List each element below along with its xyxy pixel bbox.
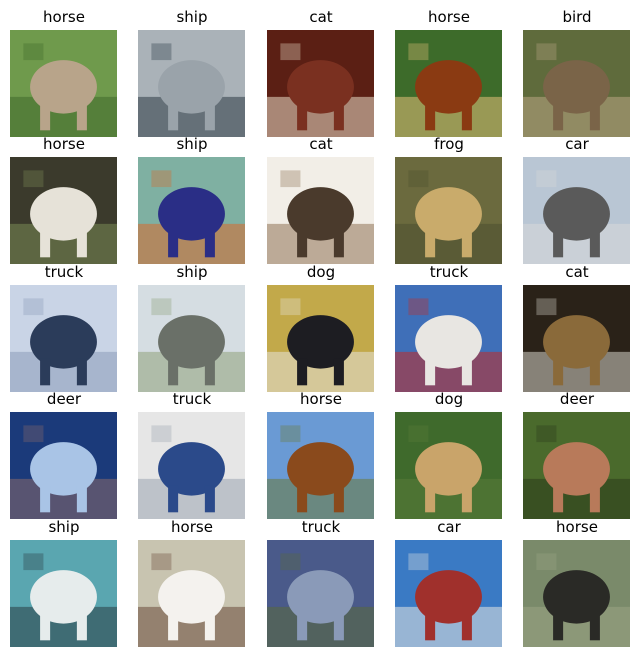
image-label: truck (301, 518, 341, 536)
image-label: truck (44, 263, 84, 281)
image-label: horse (171, 518, 213, 536)
image-thumbnail (267, 30, 374, 137)
image-label: horse (43, 8, 85, 26)
image-label: cat (565, 263, 589, 281)
image-label: horse (556, 518, 598, 536)
image-thumbnail (10, 412, 117, 519)
image-label: cat (309, 8, 333, 26)
image-thumbnail (523, 30, 630, 137)
image-thumbnail (10, 157, 117, 264)
image-label: dog (434, 390, 464, 408)
image-label: deer (46, 390, 82, 408)
image-thumbnail (10, 540, 117, 647)
image-label: car (565, 135, 589, 153)
image-thumbnail (267, 412, 374, 519)
image-label: truck (172, 390, 212, 408)
image-thumbnail (138, 157, 245, 264)
image-label: ship (176, 263, 208, 281)
image-label: cat (309, 135, 333, 153)
image-label: dog (306, 263, 336, 281)
image-thumbnail (395, 285, 502, 392)
image-thumbnail (267, 285, 374, 392)
image-thumbnail (267, 157, 374, 264)
image-thumbnail (523, 412, 630, 519)
image-thumbnail (523, 157, 630, 264)
image-label: horse (428, 8, 470, 26)
image-thumbnail (395, 540, 502, 647)
image-thumbnail (138, 540, 245, 647)
image-label: truck (429, 263, 469, 281)
image-label: bird (562, 8, 592, 26)
image-thumbnail (10, 285, 117, 392)
image-thumbnail (138, 412, 245, 519)
image-thumbnail (267, 540, 374, 647)
image-label: ship (176, 8, 208, 26)
image-thumbnail (10, 30, 117, 137)
image-label: frog (434, 135, 464, 153)
image-label: ship (176, 135, 208, 153)
image-thumbnail (138, 285, 245, 392)
image-thumbnail (395, 157, 502, 264)
image-label: car (437, 518, 461, 536)
image-thumbnail (523, 285, 630, 392)
image-thumbnail (395, 30, 502, 137)
image-label: ship (48, 518, 80, 536)
image-thumbnail (138, 30, 245, 137)
image-label: horse (300, 390, 342, 408)
image-label: deer (559, 390, 595, 408)
image-label: horse (43, 135, 85, 153)
image-thumbnail (395, 412, 502, 519)
image-thumbnail (523, 540, 630, 647)
